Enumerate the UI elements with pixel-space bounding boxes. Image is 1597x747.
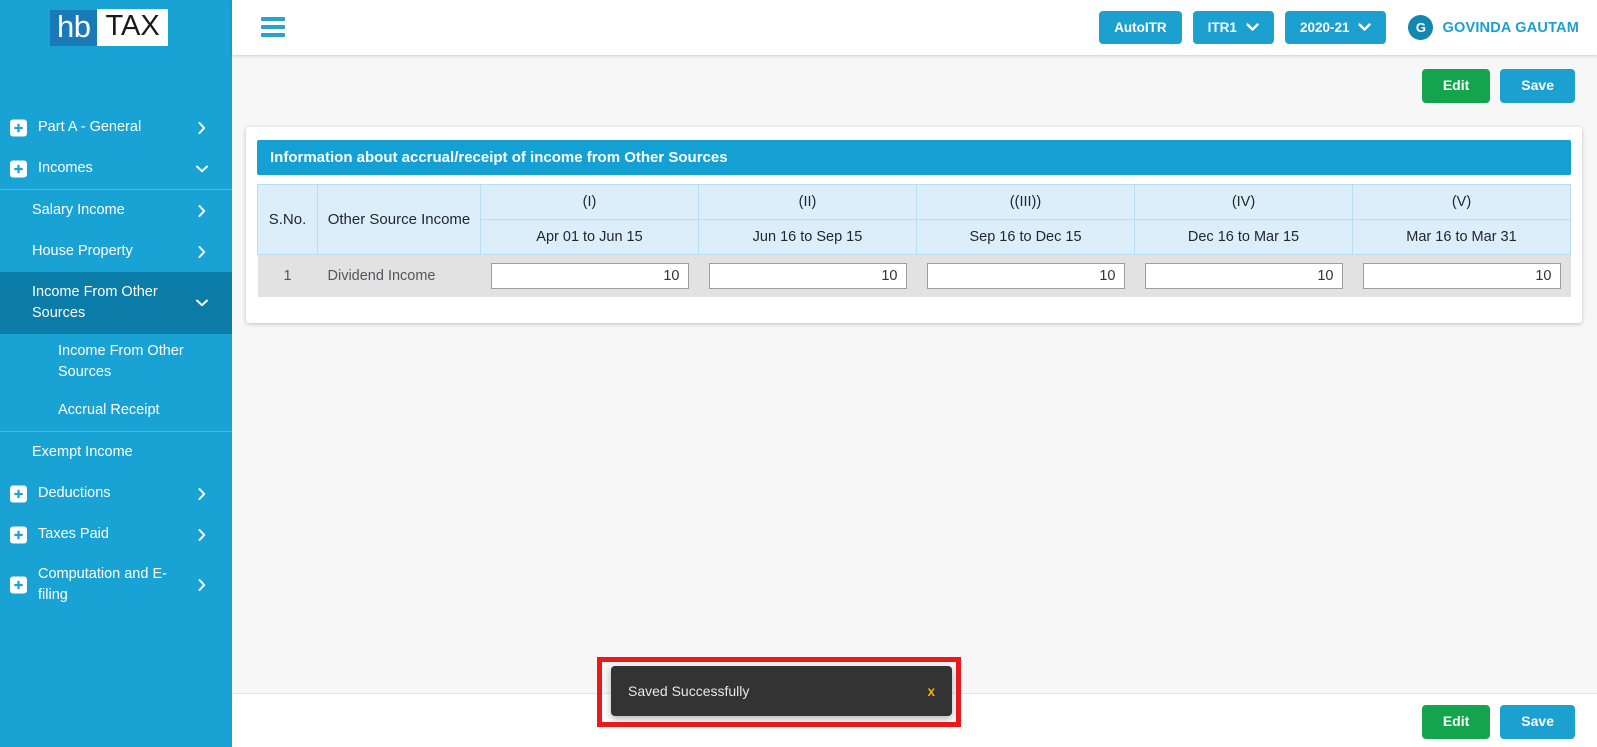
toast-message: Saved Successfully bbox=[628, 683, 750, 699]
main-content: Edit Save Information about accrual/rece… bbox=[232, 55, 1597, 693]
cell-amount bbox=[480, 254, 699, 297]
assessment-year-label: 2020-21 bbox=[1299, 19, 1350, 35]
cell-sno: 1 bbox=[257, 254, 318, 297]
chevron-down-icon bbox=[1246, 23, 1259, 32]
sidebar-item-part-a-general[interactable]: Part A - General bbox=[0, 107, 232, 148]
col-header-period-2: Jun 16 to Sep 15 bbox=[698, 219, 917, 255]
sidebar-item-label: Deductions bbox=[38, 485, 111, 502]
app-logo[interactable]: hb TAX bbox=[50, 0, 170, 55]
header-actions: AutoITR ITR1 2020-21 G GOVINDA GAUTAM bbox=[1099, 0, 1579, 55]
sidebar-item-taxes-paid[interactable]: Taxes Paid bbox=[0, 514, 232, 555]
other-sources-card: Information about accrual/receipt of inc… bbox=[246, 127, 1582, 323]
sidebar: hb TAX Part A - General Incomes Salary Inco… bbox=[0, 0, 232, 747]
form-type-label: ITR1 bbox=[1207, 19, 1237, 35]
cell-amount bbox=[1352, 254, 1571, 297]
auto-itr-label: AutoITR bbox=[1114, 19, 1167, 35]
amount-input-period-2[interactable] bbox=[708, 263, 907, 289]
col-header-period-3: Sep 16 to Dec 15 bbox=[916, 219, 1135, 255]
cell-source-name: Dividend Income bbox=[317, 254, 481, 297]
save-button-top[interactable]: Save bbox=[1500, 69, 1575, 103]
sidebar-item-exempt-income[interactable]: Exempt Income bbox=[0, 432, 232, 473]
user-menu[interactable]: G GOVINDA GAUTAM bbox=[1408, 15, 1579, 40]
col-header-roman-3: ((III)) bbox=[916, 184, 1135, 220]
chevron-down-icon bbox=[1358, 23, 1372, 32]
top-header: AutoITR ITR1 2020-21 G GOVINDA GAUTAM bbox=[232, 0, 1597, 55]
sidebar-item-deductions[interactable]: Deductions bbox=[0, 473, 232, 514]
chevron-right-icon bbox=[196, 528, 208, 541]
sidebar-item-label: House Property bbox=[32, 243, 133, 260]
auto-itr-button[interactable]: AutoITR bbox=[1099, 10, 1182, 45]
sidebar-item-incomes[interactable]: Incomes bbox=[0, 148, 232, 189]
chevron-right-icon bbox=[196, 121, 208, 134]
col-header-roman-4: (IV) bbox=[1134, 184, 1353, 220]
sidebar-item-salary-income[interactable]: Salary Income bbox=[0, 190, 232, 231]
top-action-bar: Edit Save bbox=[1421, 69, 1575, 103]
hamburger-bar bbox=[261, 33, 285, 37]
plus-icon bbox=[10, 160, 27, 177]
col-header-roman-2: (II) bbox=[698, 184, 917, 220]
sidebar-item-income-from-other-sources[interactable]: Income From Other Sources bbox=[0, 272, 232, 335]
table-row: 1 Dividend Income bbox=[257, 254, 1571, 297]
avatar: G bbox=[1408, 15, 1434, 40]
chevron-down-icon bbox=[196, 163, 208, 175]
sidebar-item-label: Computation and E-filing bbox=[38, 566, 167, 604]
form-type-dropdown[interactable]: ITR1 bbox=[1192, 10, 1274, 45]
toast-notification: Saved Successfully x bbox=[611, 666, 952, 716]
plus-icon bbox=[10, 119, 27, 136]
chevron-down-icon bbox=[196, 297, 208, 309]
save-button-bottom[interactable]: Save bbox=[1500, 705, 1575, 739]
amount-input-period-4[interactable] bbox=[1144, 263, 1343, 289]
sidebar-item-label: Incomes bbox=[38, 159, 93, 176]
amount-input-period-5[interactable] bbox=[1362, 263, 1561, 289]
cell-amount bbox=[916, 254, 1135, 297]
table-header-row-roman: S.No. Other Source Income (I) (II) ((III… bbox=[257, 184, 1571, 255]
logo-hb-mark: hb bbox=[50, 9, 98, 46]
table-body: 1 Dividend Income bbox=[257, 254, 1571, 297]
plus-icon bbox=[10, 526, 27, 544]
col-header-roman-1: (I) bbox=[480, 184, 699, 220]
user-name-label: GOVINDA GAUTAM bbox=[1442, 19, 1579, 36]
cell-amount bbox=[698, 254, 917, 297]
sidebar-item-label: Accrual Receipt bbox=[58, 402, 160, 419]
col-header-period-4: Dec 16 to Mar 15 bbox=[1134, 219, 1353, 255]
sidebar-item-computation-and-e-filing[interactable]: Computation and E-filing bbox=[0, 555, 232, 615]
footer-action-bar: Edit Save bbox=[1421, 705, 1575, 739]
col-header-period-5: Mar 16 to Mar 31 bbox=[1352, 219, 1571, 255]
assessment-year-dropdown[interactable]: 2020-21 bbox=[1284, 10, 1387, 45]
sidebar-nav: Part A - General Incomes Salary Income Hous… bbox=[0, 107, 232, 615]
sidebar-item-income-from-other-sources[interactable]: Income From Other Sources bbox=[0, 334, 232, 390]
col-header-roman-5: (V) bbox=[1352, 184, 1571, 220]
chevron-right-icon bbox=[196, 204, 208, 217]
app-root: hb TAX Part A - General Incomes Salary Inco… bbox=[0, 0, 1597, 747]
sidebar-item-house-property[interactable]: House Property bbox=[0, 231, 232, 272]
chevron-right-icon bbox=[196, 245, 208, 258]
sidebar-item-label: Taxes Paid bbox=[38, 526, 109, 543]
sidebar-item-label: Part A - General bbox=[38, 118, 142, 135]
sidebar-item-label: Income From Other Sources bbox=[32, 284, 158, 322]
edit-button-top[interactable]: Edit bbox=[1421, 69, 1491, 103]
chevron-right-icon bbox=[196, 579, 208, 592]
edit-button-bottom[interactable]: Edit bbox=[1421, 705, 1491, 739]
sidebar-item-label: Exempt Income bbox=[32, 444, 133, 461]
amount-input-period-1[interactable] bbox=[490, 263, 689, 289]
col-header-period-1: Apr 01 to Jun 15 bbox=[480, 219, 699, 255]
sidebar-item-accrual-receipt[interactable]: Accrual Receipt bbox=[0, 390, 232, 431]
plus-icon bbox=[10, 576, 27, 594]
sidebar-item-label: Salary Income bbox=[32, 202, 125, 218]
logo-tax-mark: TAX bbox=[97, 9, 168, 46]
amount-input-period-3[interactable] bbox=[926, 263, 1125, 289]
sidebar-item-label: Income From Other Sources bbox=[58, 343, 184, 381]
table-head: S.No. Other Source Income (I) (II) ((III… bbox=[257, 184, 1571, 255]
chevron-right-icon bbox=[196, 487, 208, 500]
col-header-source: Other Source Income bbox=[317, 184, 481, 255]
accrual-receipt-table: S.No. Other Source Income (I) (II) ((III… bbox=[257, 184, 1571, 297]
hamburger-icon[interactable] bbox=[261, 17, 285, 37]
plus-icon bbox=[10, 485, 27, 503]
hamburger-bar bbox=[261, 25, 285, 29]
card-title: Information about accrual/receipt of inc… bbox=[257, 140, 1571, 175]
col-header-sno: S.No. bbox=[257, 184, 318, 255]
cell-amount bbox=[1134, 254, 1353, 297]
hamburger-bar bbox=[261, 17, 285, 21]
toast-close-icon[interactable]: x bbox=[927, 684, 935, 699]
